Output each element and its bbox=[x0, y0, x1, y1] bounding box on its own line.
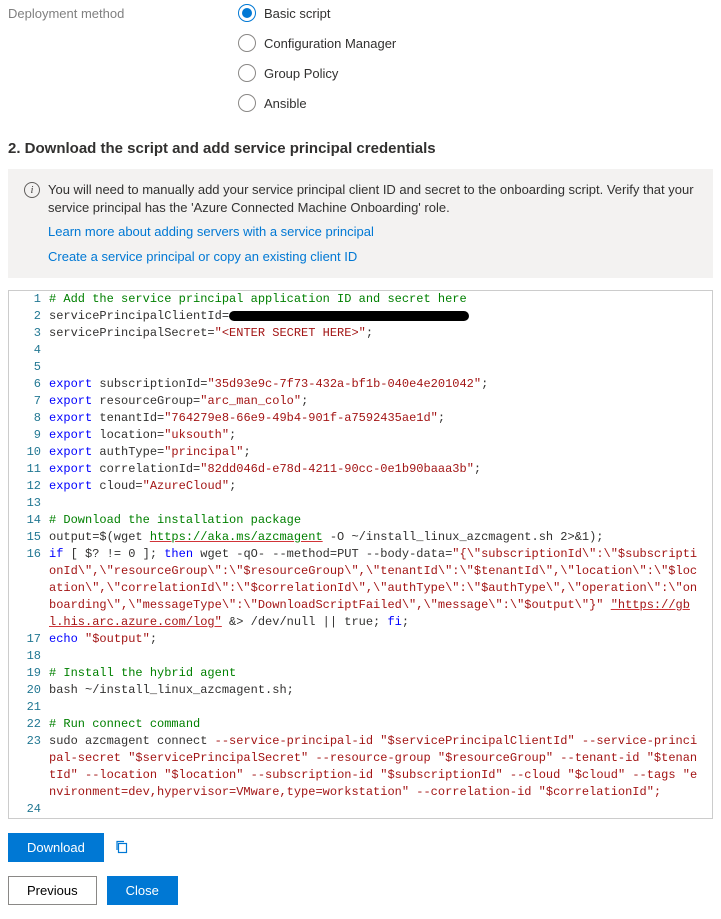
radio-config-manager[interactable]: Configuration Manager bbox=[238, 34, 396, 52]
code-text: ; bbox=[481, 377, 488, 391]
code-url: https://aka.ms/azcmagent bbox=[150, 530, 323, 544]
code-text: &> /dev/null || true; bbox=[222, 615, 388, 629]
code-string: "<ENTER SECRET HERE>" bbox=[215, 326, 366, 340]
code-text: authType= bbox=[92, 445, 164, 459]
code-text: ; bbox=[243, 445, 250, 459]
code-string: "$location" bbox=[157, 768, 251, 782]
code-text: wget -qO- --method=PUT --body-data= bbox=[193, 547, 452, 561]
code-flag: --subscription-id bbox=[251, 768, 373, 782]
code-string: "82dd046d-e78d-4211-90cc-0e1b90baaa3b" bbox=[200, 462, 474, 476]
code-flag: --tenant-id bbox=[560, 751, 639, 765]
code-text: ; bbox=[301, 394, 308, 408]
deployment-method-group: Basic script Configuration Manager Group… bbox=[238, 4, 396, 112]
copy-icon[interactable] bbox=[114, 839, 130, 855]
code-string: "$subscriptionId" bbox=[373, 768, 510, 782]
code-text: cloud= bbox=[92, 479, 142, 493]
radio-circle-icon bbox=[238, 94, 256, 112]
deployment-method-label: Deployment method bbox=[8, 4, 238, 21]
code-comment: # Download the installation package bbox=[49, 513, 301, 527]
code-text: ; bbox=[150, 632, 157, 646]
code-flag: --resource-group bbox=[315, 751, 430, 765]
code-keyword: export bbox=[49, 445, 92, 459]
code-keyword: echo bbox=[49, 632, 78, 646]
link-learn-more[interactable]: Learn more about adding servers with a s… bbox=[48, 223, 697, 241]
previous-button[interactable]: Previous bbox=[8, 876, 97, 905]
code-text: ; bbox=[402, 615, 409, 629]
redacted-client-id bbox=[229, 311, 469, 321]
code-flag: --tags bbox=[632, 768, 675, 782]
code-comment: # Install the hybrid agent bbox=[49, 666, 236, 680]
code-comment: # Add the service principal application … bbox=[49, 292, 467, 306]
radio-ansible[interactable]: Ansible bbox=[238, 94, 396, 112]
radio-circle-icon bbox=[238, 4, 256, 22]
code-keyword: export bbox=[49, 428, 92, 442]
code-text: location= bbox=[92, 428, 164, 442]
code-string: "35d93e9c-7f73-432a-bf1b-040e4e201042" bbox=[207, 377, 481, 391]
code-text: ; bbox=[366, 326, 373, 340]
code-text: -O ~/install_linux_azcmagent.sh 2>&1); bbox=[323, 530, 604, 544]
deployment-method-row: Deployment method Basic script Configura… bbox=[8, 0, 713, 116]
code-flag: --location bbox=[85, 768, 157, 782]
download-button[interactable]: Download bbox=[8, 833, 104, 862]
code-text: output=$(wget bbox=[49, 530, 150, 544]
code-flag: --cloud bbox=[510, 768, 560, 782]
info-content: You will need to manually add your servi… bbox=[48, 181, 697, 266]
close-button[interactable]: Close bbox=[107, 876, 178, 905]
download-row: Download bbox=[8, 833, 713, 862]
code-keyword: if bbox=[49, 547, 63, 561]
radio-label: Group Policy bbox=[264, 66, 338, 81]
code-text: ; bbox=[438, 411, 445, 425]
code-string: "$resourceGroup" bbox=[431, 751, 561, 765]
code-string: "$cloud" bbox=[560, 768, 632, 782]
info-icon: i bbox=[24, 182, 40, 198]
code-string: "764279e8-66e9-49b4-901f-a7592435ae1d" bbox=[164, 411, 438, 425]
code-string: "arc_man_colo" bbox=[200, 394, 301, 408]
code-string: "principal" bbox=[164, 445, 243, 459]
info-box: i You will need to manually add your ser… bbox=[8, 169, 713, 278]
radio-circle-icon bbox=[238, 64, 256, 82]
code-keyword: fi bbox=[387, 615, 401, 629]
code-keyword: then bbox=[164, 547, 193, 561]
section-2-title: 2. Download the script and add service p… bbox=[8, 140, 713, 157]
code-text bbox=[78, 632, 85, 646]
code-keyword: export bbox=[49, 462, 92, 476]
code-text: sudo azcmagent connect bbox=[49, 734, 215, 748]
code-keyword: export bbox=[49, 411, 92, 425]
radio-basic-script[interactable]: Basic script bbox=[238, 4, 396, 22]
code-text: resourceGroup= bbox=[92, 394, 200, 408]
radio-circle-icon bbox=[238, 34, 256, 52]
code-text: subscriptionId= bbox=[92, 377, 207, 391]
code-string: "AzureCloud" bbox=[143, 479, 229, 493]
code-text: [ $? != 0 ]; bbox=[63, 547, 164, 561]
code-text bbox=[604, 598, 611, 612]
code-text: servicePrincipalSecret= bbox=[49, 326, 215, 340]
code-text: servicePrincipalClientId= bbox=[49, 309, 229, 323]
code-string: "uksouth" bbox=[164, 428, 229, 442]
code-text: tenantId= bbox=[92, 411, 164, 425]
code-keyword: export bbox=[49, 394, 92, 408]
code-string: "$correlationId"; bbox=[531, 785, 661, 799]
code-keyword: export bbox=[49, 479, 92, 493]
link-create-sp[interactable]: Create a service principal or copy an ex… bbox=[48, 248, 697, 266]
code-string: "$servicePrincipalSecret" bbox=[121, 751, 315, 765]
script-code-box[interactable]: 1# Add the service principal application… bbox=[8, 290, 713, 819]
code-text: correlationId= bbox=[92, 462, 200, 476]
code-string: "$output" bbox=[85, 632, 150, 646]
code-text: ; bbox=[474, 462, 481, 476]
code-text: bash ~/install_linux_azcmagent.sh; bbox=[49, 683, 294, 697]
radio-label: Configuration Manager bbox=[264, 36, 396, 51]
code-flag: --correlation-id bbox=[416, 785, 531, 799]
code-comment: # Run connect command bbox=[49, 717, 200, 731]
radio-label: Basic script bbox=[264, 6, 330, 21]
info-text: You will need to manually add your servi… bbox=[48, 182, 694, 215]
code-keyword: export bbox=[49, 377, 92, 391]
code-flag: --service-principal-id bbox=[215, 734, 373, 748]
radio-group-policy[interactable]: Group Policy bbox=[238, 64, 396, 82]
code-text: ; bbox=[229, 428, 236, 442]
code-text: ; bbox=[229, 479, 236, 493]
nav-row: Previous Close bbox=[8, 876, 713, 905]
code-string: "$servicePrincipalClientId" bbox=[373, 734, 582, 748]
radio-label: Ansible bbox=[264, 96, 307, 111]
